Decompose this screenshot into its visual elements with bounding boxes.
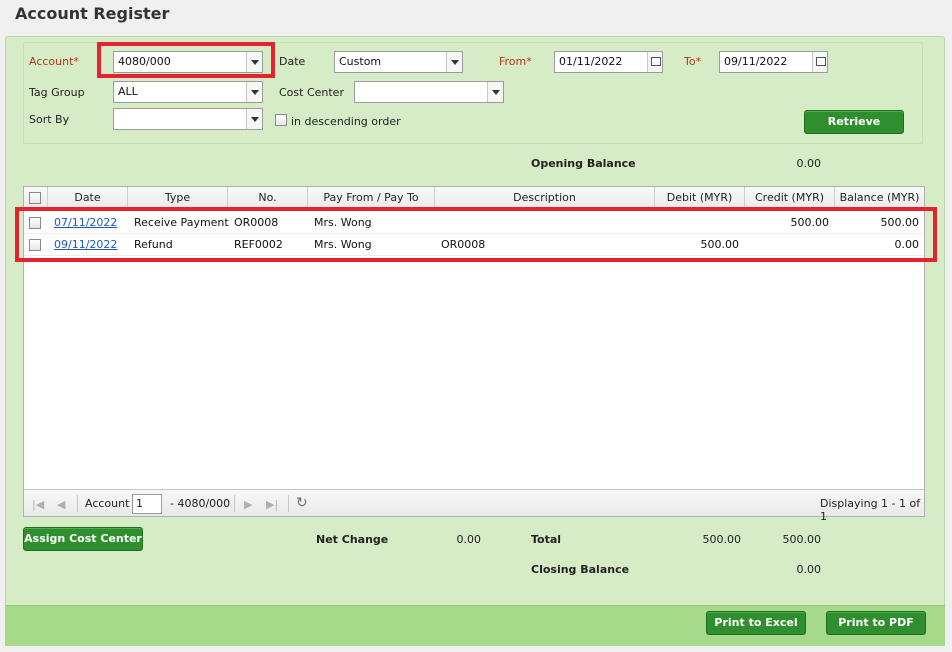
col-description[interactable]: Description bbox=[435, 187, 655, 209]
select-all-checkbox[interactable] bbox=[29, 192, 41, 204]
pagination-toolbar: |◀ ◀ Account 1 - 4080/000 ▶ ▶| ↻ Display… bbox=[24, 489, 924, 523]
descending-label: in descending order bbox=[291, 115, 401, 128]
total-debit-value: 500.00 bbox=[702, 533, 742, 546]
opening-balance-value: 0.00 bbox=[796, 157, 822, 170]
chevron-down-icon[interactable] bbox=[446, 52, 462, 72]
col-date[interactable]: Date bbox=[48, 187, 128, 209]
calendar-icon[interactable] bbox=[647, 52, 662, 72]
col-no[interactable]: No. bbox=[228, 187, 308, 209]
col-pay-from-to[interactable]: Pay From / Pay To bbox=[308, 187, 435, 209]
tag-group-select[interactable]: ALL bbox=[113, 81, 263, 103]
chevron-down-icon[interactable] bbox=[246, 82, 262, 102]
pager-label: Account bbox=[85, 497, 130, 510]
print-to-pdf-button[interactable]: Print to PDF bbox=[826, 611, 926, 635]
tag-group-label: Tag Group bbox=[29, 86, 85, 99]
first-page-icon[interactable]: |◀ bbox=[32, 498, 44, 511]
to-date-field[interactable]: 09/11/2022 bbox=[719, 51, 828, 73]
last-page-icon[interactable]: ▶| bbox=[266, 498, 278, 511]
tag-group-value: ALL bbox=[118, 85, 138, 98]
select-all-cell bbox=[24, 187, 48, 209]
prev-page-icon[interactable]: ◀ bbox=[57, 498, 65, 511]
descending-checkbox[interactable] bbox=[275, 114, 287, 126]
date-range-select[interactable]: Custom bbox=[334, 51, 463, 73]
opening-balance-label: Opening Balance bbox=[531, 157, 636, 170]
total-credit-value: 500.00 bbox=[782, 533, 822, 546]
assign-cost-center-button[interactable]: Assign Cost Center bbox=[23, 527, 143, 551]
date-range-value: Custom bbox=[339, 55, 382, 68]
col-type[interactable]: Type bbox=[128, 187, 228, 209]
to-date-value: 09/11/2022 bbox=[724, 55, 788, 68]
pager-separator bbox=[234, 495, 235, 512]
page-number-input[interactable]: 1 bbox=[132, 494, 162, 514]
from-date-value: 01/11/2022 bbox=[559, 55, 623, 68]
next-page-icon[interactable]: ▶ bbox=[244, 498, 252, 511]
sort-by-select[interactable] bbox=[113, 108, 263, 130]
total-label: Total bbox=[531, 533, 562, 546]
refresh-icon[interactable]: ↻ bbox=[296, 495, 308, 511]
pager-suffix: - 4080/000 bbox=[170, 497, 231, 510]
print-to-excel-button[interactable]: Print to Excel bbox=[706, 611, 806, 635]
net-change-label: Net Change bbox=[316, 533, 389, 546]
date-label: Date bbox=[279, 55, 306, 68]
pager-separator bbox=[77, 495, 78, 512]
cost-center-label: Cost Center bbox=[279, 86, 344, 99]
pager-display-info: Displaying 1 - 1 of 1 bbox=[820, 497, 921, 523]
calendar-icon[interactable] bbox=[812, 52, 827, 72]
closing-balance-label: Closing Balance bbox=[531, 563, 630, 576]
col-debit[interactable]: Debit (MYR) bbox=[655, 187, 745, 209]
page-title: Account Register bbox=[15, 4, 170, 23]
closing-balance-value: 0.00 bbox=[796, 563, 822, 576]
from-date-field[interactable]: 01/11/2022 bbox=[554, 51, 663, 73]
retrieve-button[interactable]: Retrieve bbox=[804, 110, 904, 134]
from-label: From* bbox=[499, 55, 532, 68]
account-label: Account* bbox=[29, 55, 79, 68]
account-highlight-box bbox=[97, 42, 275, 78]
pager-separator bbox=[288, 495, 289, 512]
col-credit[interactable]: Credit (MYR) bbox=[745, 187, 835, 209]
rows-highlight-box bbox=[15, 207, 937, 262]
chevron-down-icon[interactable] bbox=[246, 109, 262, 129]
sort-by-label: Sort By bbox=[29, 113, 70, 126]
to-label: To* bbox=[684, 55, 702, 68]
table-header: Date Type No. Pay From / Pay To Descript… bbox=[24, 187, 924, 209]
net-change-value: 0.00 bbox=[456, 533, 482, 546]
chevron-down-icon[interactable] bbox=[487, 82, 503, 102]
cost-center-select[interactable] bbox=[354, 81, 504, 103]
col-balance[interactable]: Balance (MYR) bbox=[835, 187, 924, 209]
